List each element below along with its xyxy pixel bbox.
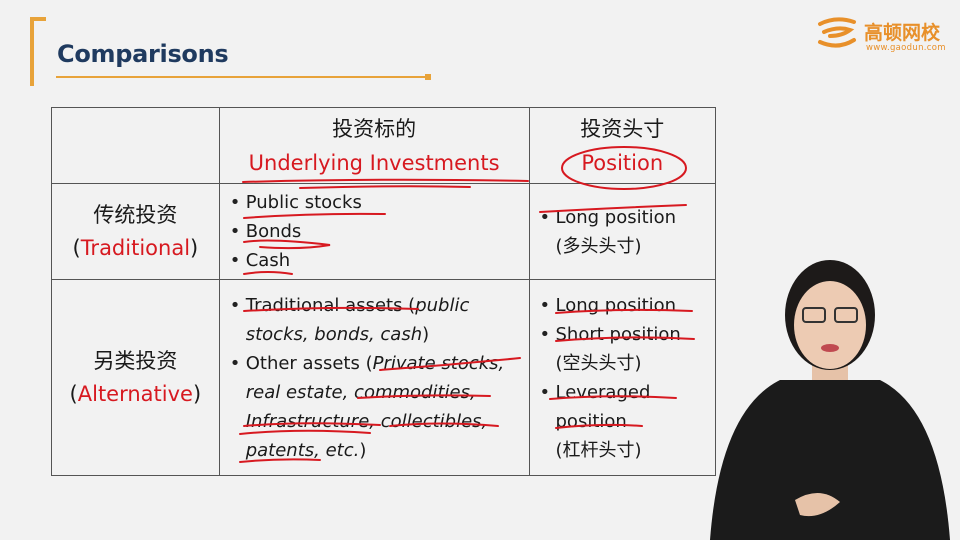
list-item: (杠杆头寸) (555, 439, 642, 461)
header-position-cn: 投资头寸 (580, 116, 665, 141)
title-underline (56, 76, 428, 78)
slide-title: Comparisons (57, 40, 229, 68)
logo-mark-icon (818, 17, 856, 48)
presenter-figure (710, 260, 950, 540)
logo-url: www.gaodun.com (866, 43, 946, 53)
list-item: Bonds (228, 217, 529, 246)
list-item: Public stocks (228, 188, 529, 217)
table-row: 另类投资 (Alternative) Traditional assets (p… (51, 279, 716, 476)
row-label-en: Alternative (77, 381, 193, 406)
header-position: 投资头寸 Position (528, 107, 716, 184)
title-bracket-decoration (30, 17, 46, 86)
list-item: (多头头寸) (555, 235, 642, 257)
list-item: Short position (538, 320, 716, 349)
list-item: position (555, 410, 627, 432)
header-underlying-cn: 投资标的 (332, 116, 417, 141)
row-label-en: Traditional (80, 235, 191, 260)
list-item: (空头头寸) (555, 352, 642, 374)
header-underlying: 投资标的 Underlying Investments (218, 107, 530, 184)
row-label-alternative: 另类投资 (Alternative) (51, 279, 220, 476)
list-item: Long position (538, 291, 716, 320)
table-header-row: 投资标的 Underlying Investments 投资头寸 Positio… (51, 107, 716, 184)
table-row: 传统投资 (Traditional) Public stocks Bonds C… (51, 183, 716, 280)
alternative-positions-cell: Long position Short position (空头头寸) Leve… (528, 279, 716, 476)
title-underline-end (425, 74, 431, 80)
brand-logo: 高顿网校 www.gaodun.com (816, 12, 948, 56)
alternative-assets-cell: Traditional assets (public stocks, bonds… (218, 279, 530, 476)
logo-name: 高顿网校 (864, 22, 941, 44)
list-item: patents, etc.) (245, 439, 367, 461)
list-item: Leveraged (538, 378, 716, 407)
list-item: Long position (538, 203, 716, 232)
traditional-assets-cell: Public stocks Bonds Cash (218, 183, 530, 280)
list-item: Other assets (Private stocks, (228, 349, 529, 378)
list-item: Traditional assets (public (228, 291, 529, 320)
list-item: Infrastructure, collectibles, (245, 410, 488, 432)
row-label-traditional: 传统投资 (Traditional) (51, 183, 220, 280)
row-label-cn: 传统投资 (93, 202, 178, 227)
row-label-cn: 另类投资 (93, 348, 178, 373)
traditional-positions-cell: Long position (多头头寸) (528, 183, 716, 280)
list-item: Cash (228, 246, 529, 275)
header-position-en: Position (581, 150, 664, 175)
header-underlying-en: Underlying Investments (248, 150, 500, 175)
header-empty-cell (51, 107, 220, 184)
list-item: real estate, commodities, (245, 381, 476, 403)
list-item: stocks, bonds, cash) (245, 323, 430, 345)
comparison-table: 投资标的 Underlying Investments 投资头寸 Positio… (51, 107, 716, 476)
